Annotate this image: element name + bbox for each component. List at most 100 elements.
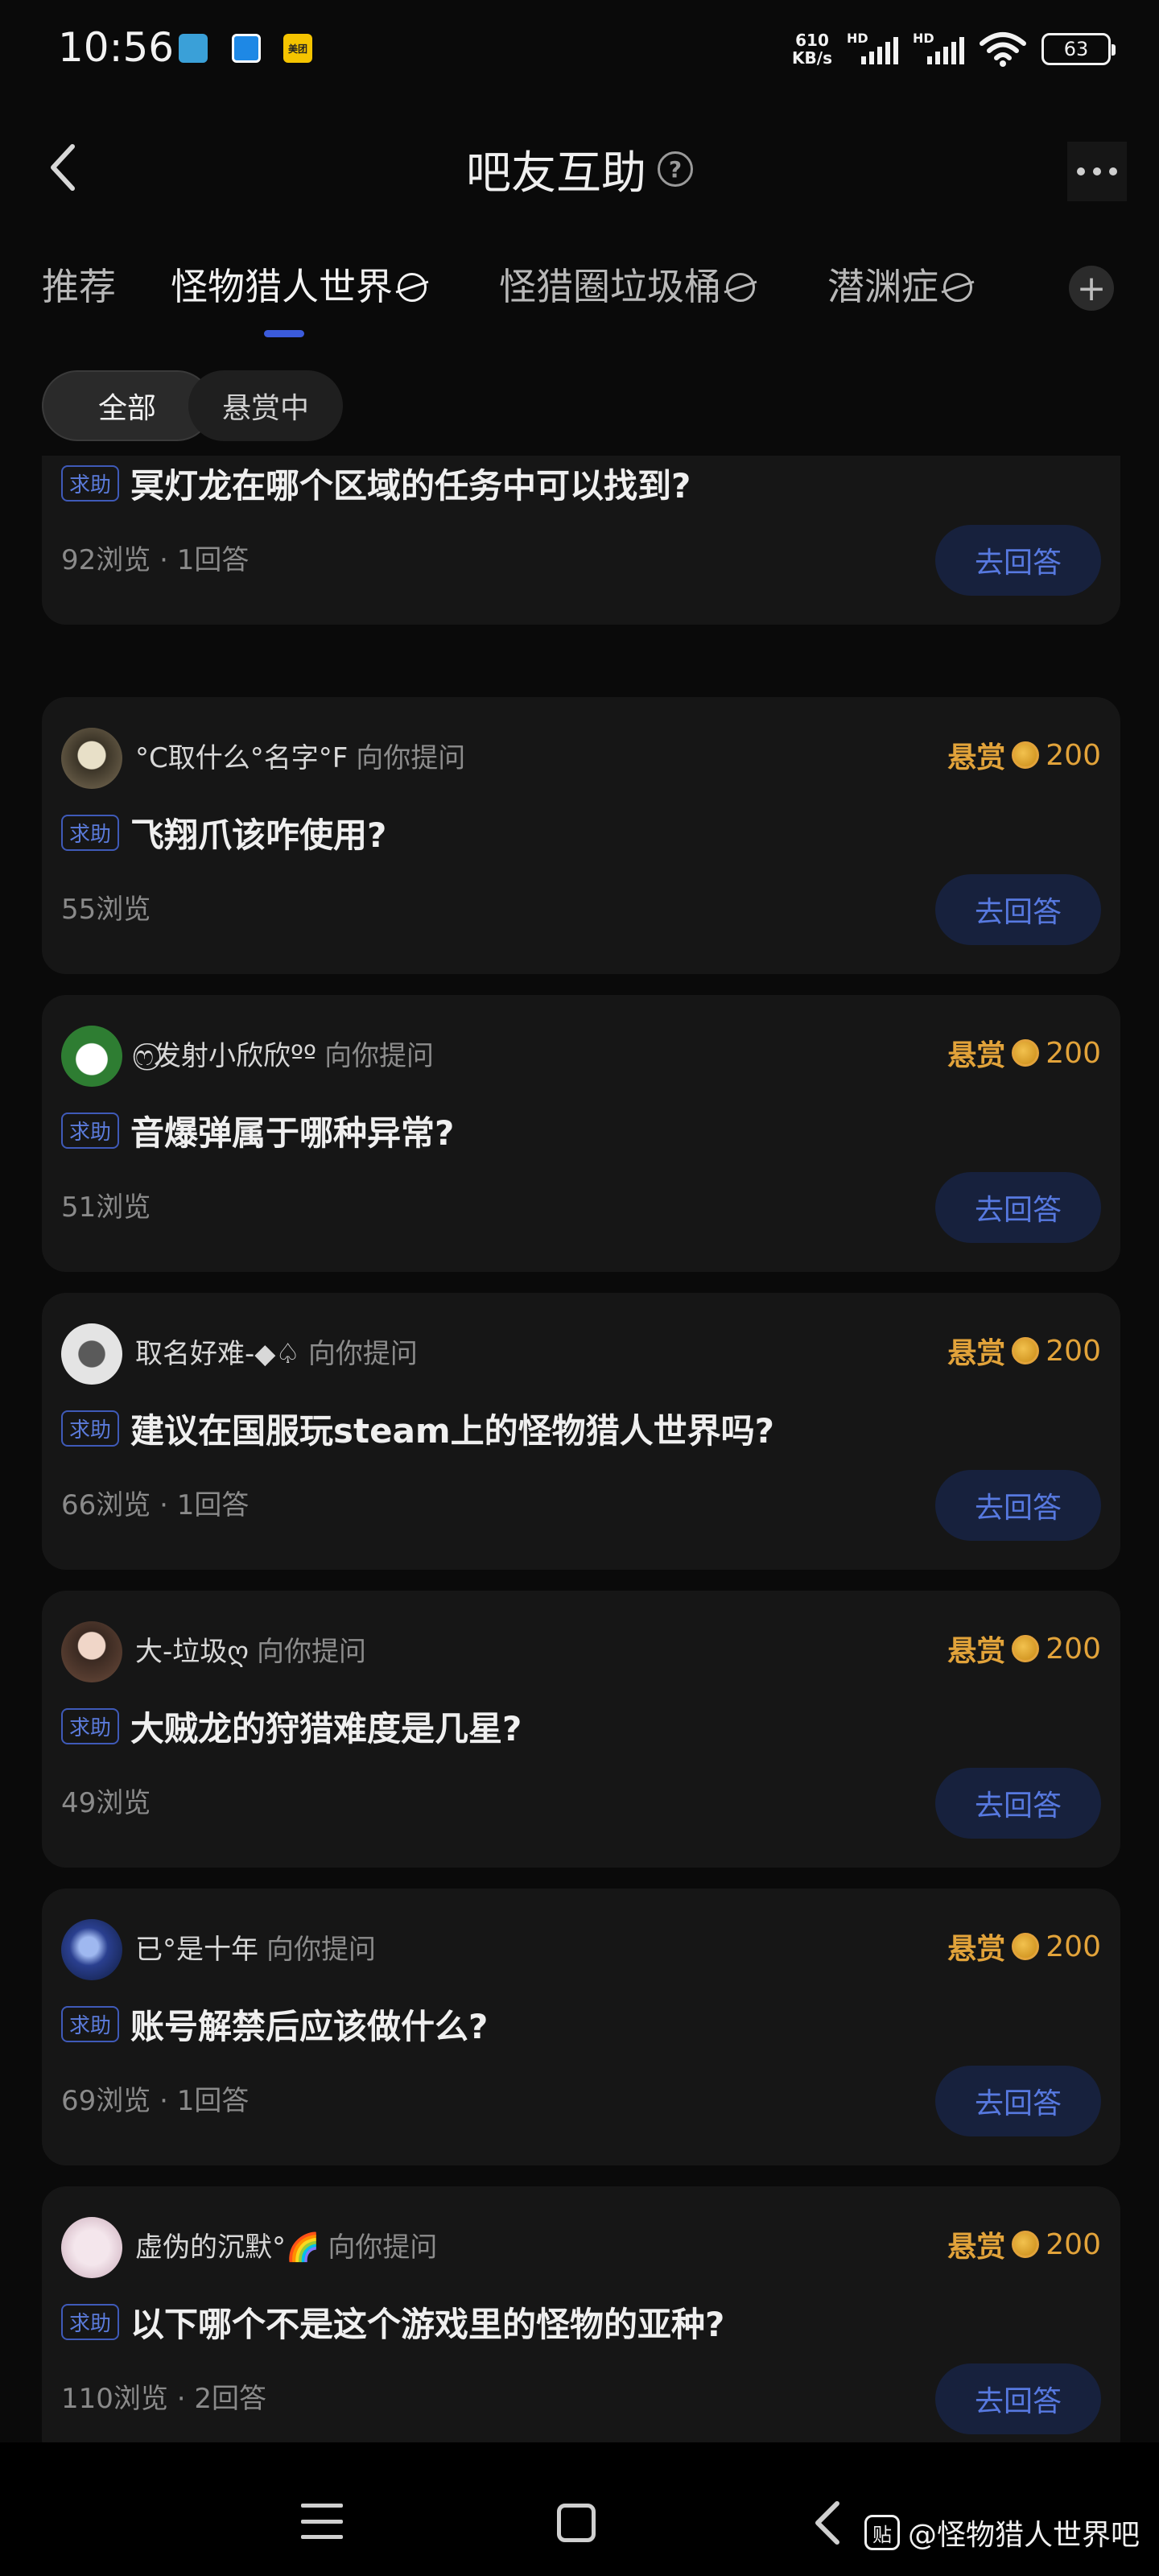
question-line: 求助 以下哪个不是这个游戏里的怪物的亚种? xyxy=(61,2297,724,2347)
asker-name[interactable]: 虚伪的沉默°🌈 xyxy=(135,2231,320,2264)
reward-badge: 悬赏 200 xyxy=(947,1926,1101,1967)
view-count: 55浏览 xyxy=(61,894,151,926)
question-text[interactable]: 账号解禁后应该做什么? xyxy=(130,2000,488,2049)
avatar[interactable] xyxy=(61,2217,122,2278)
question-text[interactable]: 飞翔爪该咋使用? xyxy=(130,808,386,857)
question-card[interactable]: 莫特_曼升羊向你提问 悬赏 200 求助 冥灯龙在哪个区域的任务中可以找到? 9… xyxy=(42,456,1120,625)
notification-app-icon xyxy=(179,34,208,63)
answer-button[interactable]: 去回答 xyxy=(935,874,1101,945)
asker-line: 已°是十年 向你提问 xyxy=(135,1927,376,1967)
watermark-text: @怪物猎人世界吧 xyxy=(907,2519,1140,2552)
asker-name[interactable]: 取名好难-◆♤ xyxy=(135,1338,300,1370)
asks-you-label: 向你提问 xyxy=(257,1636,366,1668)
asker-name[interactable]: 已°是十年 xyxy=(135,1934,258,1966)
reward-amount: 200 xyxy=(1046,738,1101,772)
filter-bounty[interactable]: 悬赏中 xyxy=(188,370,343,441)
avatar[interactable] xyxy=(61,1026,122,1087)
tab-barotrauma[interactable]: 潜渊症 xyxy=(827,258,972,311)
tab-monster-hunter-world[interactable]: 怪物猎人世界 xyxy=(171,258,427,311)
signal-icon: HD xyxy=(847,31,898,68)
question-text[interactable]: 音爆弹属于哪种异常? xyxy=(130,1106,454,1155)
question-text[interactable]: 建议在国服玩steam上的怪物猎人世界吗? xyxy=(130,1404,774,1453)
question-card[interactable]: 已°是十年 向你提问 悬赏 200 求助 账号解禁后应该做什么? 69浏览 · 1… xyxy=(42,1889,1120,2165)
coin-icon xyxy=(1012,1039,1040,1067)
recent-apps-button[interactable] xyxy=(301,2504,343,2539)
question-card[interactable]: 取名好难-◆♤ 向你提问 悬赏 200 求助 建议在国服玩steam上的怪物猎人世… xyxy=(42,1293,1120,1570)
answer-button[interactable]: 去回答 xyxy=(935,1768,1101,1839)
question-text[interactable]: 以下哪个不是这个游戏里的怪物的亚种? xyxy=(130,2297,724,2347)
active-tab-indicator xyxy=(264,330,304,337)
help-tag: 求助 xyxy=(61,1410,120,1447)
system-back-button[interactable] xyxy=(805,2497,853,2549)
reward-badge: 悬赏 200 xyxy=(947,1330,1101,1372)
page-title: 吧友互助 xyxy=(466,147,646,200)
question-stats: 49浏览 xyxy=(61,1781,151,1820)
coin-icon xyxy=(1012,1635,1040,1662)
help-icon[interactable]: ? xyxy=(658,151,693,187)
asker-name[interactable]: 大-垃圾ღ xyxy=(135,1636,249,1668)
more-options-button[interactable] xyxy=(1067,142,1127,201)
question-card[interactable]: 虚伪的沉默°🌈 向你提问 悬赏 200 求助 以下哪个不是这个游戏里的怪物的亚种?… xyxy=(42,2186,1120,2442)
planet-icon xyxy=(943,272,972,302)
asks-you-label: 向你提问 xyxy=(356,742,466,774)
question-card[interactable]: ෆ⃝发射小欣欣ºº 向你提问 悬赏 200 求助 音爆弹属于哪种异常? 51浏览 … xyxy=(42,995,1120,1272)
question-text[interactable]: 冥灯龙在哪个区域的任务中可以找到? xyxy=(130,459,691,508)
help-tag: 求助 xyxy=(61,2006,120,2042)
status-indicators: 610 KB/s HD HD 63 xyxy=(792,27,1116,71)
tab-label: 推荐 xyxy=(42,265,116,308)
dot-icon xyxy=(1077,167,1085,175)
reward-label: 悬赏 xyxy=(947,741,1006,774)
answer-button[interactable]: 去回答 xyxy=(935,2066,1101,2136)
coin-icon xyxy=(1012,741,1040,769)
question-line: 求助 音爆弹属于哪种异常? xyxy=(61,1106,454,1155)
reward-badge: 悬赏 200 xyxy=(947,1032,1101,1074)
tieba-logo-icon: 贴 xyxy=(864,2515,900,2550)
view-count: 110浏览 xyxy=(61,2383,168,2415)
view-count: 49浏览 xyxy=(61,1787,151,1819)
add-tab-button[interactable]: + xyxy=(1069,266,1114,311)
reward-label: 悬赏 xyxy=(947,1933,1006,1966)
answer-button[interactable]: 去回答 xyxy=(935,1172,1101,1243)
answer-button[interactable]: 去回答 xyxy=(935,525,1101,596)
avatar[interactable] xyxy=(61,728,122,789)
dot-icon xyxy=(1093,167,1101,175)
tab-label: 怪物猎人世界 xyxy=(171,265,393,308)
help-tag: 求助 xyxy=(61,1708,120,1744)
answer-count: 2回答 xyxy=(194,2383,266,2415)
question-stats: 51浏览 xyxy=(61,1185,151,1224)
view-count: 92浏览 xyxy=(61,544,151,576)
home-button[interactable] xyxy=(557,2504,596,2542)
question-stats: 66浏览 · 1回答 xyxy=(61,1489,250,1521)
status-time: 10:56 xyxy=(58,24,175,71)
help-tag: 求助 xyxy=(61,1113,120,1149)
battery-icon: 63 xyxy=(1041,33,1116,65)
question-line: 求助 大贼龙的狩猎难度是几星? xyxy=(61,1702,522,1751)
tab-recommend[interactable]: 推荐 xyxy=(42,258,116,311)
question-stats: 55浏览 xyxy=(61,887,151,927)
filter-all[interactable]: 全部 xyxy=(42,370,212,441)
avatar[interactable] xyxy=(61,1919,122,1980)
question-card[interactable]: °C取什么°名字°F 向你提问 悬赏 200 求助 飞翔爪该咋使用? 55浏览 去… xyxy=(42,697,1120,974)
tab-mh-trash-bin[interactable]: 怪猎圈垃圾桶 xyxy=(499,258,755,311)
forum-tabs: 推荐 怪物猎人世界 怪猎圈垃圾桶 潜渊症 xyxy=(0,250,1159,338)
question-card[interactable]: 大-垃圾ღ 向你提问 悬赏 200 求助 大贼龙的狩猎难度是几星? 49浏览 去回… xyxy=(42,1591,1120,1868)
avatar[interactable] xyxy=(61,1323,122,1385)
system-nav-bar: 贴 @怪物猎人世界吧 xyxy=(0,2442,1159,2576)
question-stats: 92浏览 · 1回答 xyxy=(61,544,250,576)
asks-you-label: 向你提问 xyxy=(324,1040,435,1072)
asker-line: °C取什么°名字°F 向你提问 xyxy=(135,736,465,775)
asker-name[interactable]: ෆ⃝发射小欣欣ºº xyxy=(135,1040,316,1072)
question-stats: 110浏览 · 2回答 xyxy=(61,2383,266,2415)
reward-badge: 悬赏 200 xyxy=(947,2223,1101,2265)
question-text[interactable]: 大贼龙的狩猎难度是几星? xyxy=(130,1702,522,1751)
answer-button[interactable]: 去回答 xyxy=(935,1470,1101,1541)
asker-name[interactable]: °C取什么°名字°F xyxy=(135,742,348,774)
reward-amount: 200 xyxy=(1046,2227,1101,2261)
network-speed: 610 KB/s xyxy=(792,31,832,67)
meituan-app-icon: 美团 xyxy=(283,34,312,63)
reward-label: 悬赏 xyxy=(947,1337,1006,1370)
header-title-area: 吧友互助 ? xyxy=(0,137,1159,201)
answer-button[interactable]: 去回答 xyxy=(935,2363,1101,2434)
view-count: 66浏览 xyxy=(61,1489,151,1521)
avatar[interactable] xyxy=(61,1621,122,1682)
